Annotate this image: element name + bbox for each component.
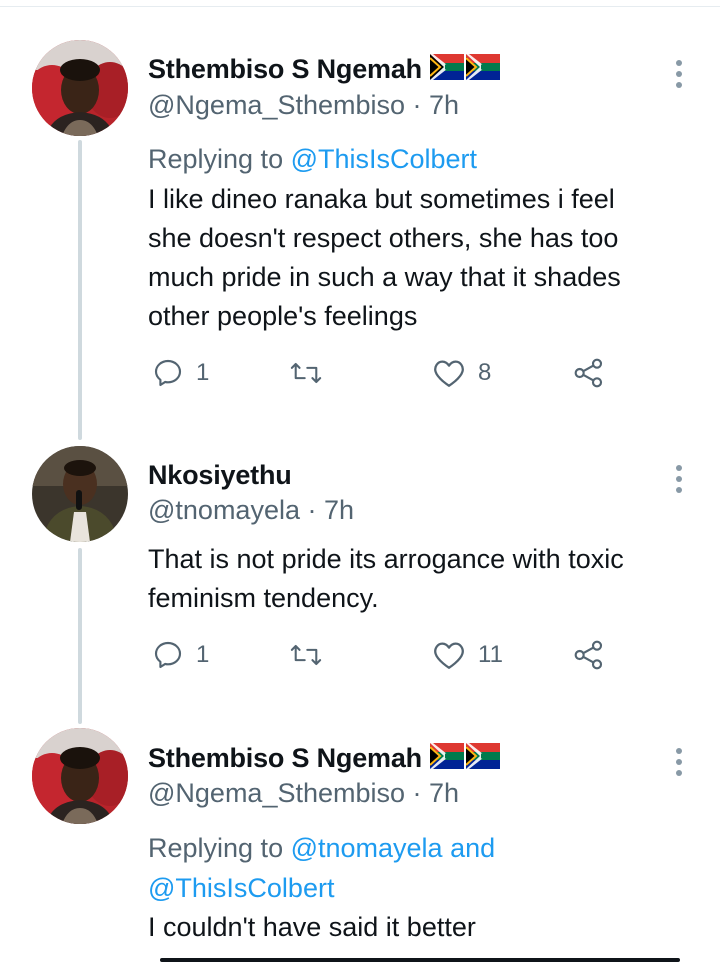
more-vertical-icon[interactable] <box>672 748 686 781</box>
replying-to: Replying to @ThisIsColbert <box>148 139 477 179</box>
timestamp[interactable]: · 7h <box>308 495 355 525</box>
retweet-icon <box>290 362 322 384</box>
tweet-text-line: other people's feelings <box>148 301 418 331</box>
share-icon <box>574 358 603 388</box>
reply-button[interactable]: 1 <box>152 357 209 389</box>
reply-button[interactable]: 1 <box>152 639 209 671</box>
south-africa-flag-icon <box>465 743 500 774</box>
user-handle[interactable]: @Ngema_Sthembiso <box>148 778 405 808</box>
thread-connector <box>78 140 82 440</box>
heart-icon <box>434 360 464 387</box>
user-handle[interactable]: @Ngema_Sthembiso <box>148 90 405 120</box>
tweet-text: I couldn't have said it better <box>148 908 698 947</box>
retweet-button[interactable] <box>288 357 324 389</box>
tweet-text: I like dineo ranaka but sometimes i feel… <box>148 180 698 336</box>
display-name[interactable]: Sthembiso S Ngemah <box>148 54 422 85</box>
mention-link[interactable]: @ThisIsColbert <box>291 144 477 174</box>
user-handle[interactable]: @tnomayela <box>148 495 300 525</box>
top-divider <box>0 0 720 7</box>
timestamp[interactable]: · 7h <box>413 778 460 808</box>
handle-time: @tnomayela · 7h <box>148 495 354 526</box>
display-name[interactable]: Nkosiyethu <box>148 460 292 491</box>
tweet-text-line: she doesn't respect others, she has too <box>148 223 619 253</box>
tweet-text: That is not pride its arrogance with tox… <box>148 540 698 618</box>
south-africa-flag-icon <box>429 743 464 774</box>
share-icon <box>574 640 603 670</box>
reply-icon <box>154 359 182 387</box>
display-name[interactable]: Sthembiso S Ngemah <box>148 743 422 774</box>
tweet-actions: 1 8 <box>148 357 618 393</box>
replying-to: Replying to @tnomayela and @ThisIsColber… <box>148 828 495 908</box>
tweet-text-line: feminism tendency. <box>148 583 379 613</box>
like-count: 8 <box>478 359 492 386</box>
south-africa-flag-icon <box>465 54 500 85</box>
retweet-icon <box>290 644 322 666</box>
mention-link[interactable]: @ThisIsColbert <box>148 873 334 903</box>
share-button[interactable] <box>572 639 606 671</box>
avatar[interactable] <box>32 40 128 136</box>
south-africa-flag-icon <box>429 54 464 85</box>
retweet-button[interactable] <box>288 639 324 671</box>
more-vertical-icon[interactable] <box>672 465 686 498</box>
like-button[interactable]: 11 <box>432 639 503 671</box>
thread-connector <box>78 548 82 724</box>
tweet-text-line: That is not pride its arrogance with tox… <box>148 544 624 574</box>
mention-link[interactable]: @tnomayela and <box>291 833 496 863</box>
avatar[interactable] <box>32 446 128 542</box>
reply-count: 1 <box>196 359 210 386</box>
reply-count: 1 <box>196 641 210 668</box>
heart-icon <box>434 642 464 669</box>
replying-to-label: Replying to <box>148 144 291 174</box>
handle-time: @Ngema_Sthembiso · 7h <box>148 90 459 121</box>
avatar[interactable] <box>32 728 128 824</box>
more-vertical-icon[interactable] <box>672 60 686 93</box>
scroll-indicator <box>160 958 680 962</box>
tweet-text-line: I like dineo ranaka but sometimes i feel <box>148 184 615 214</box>
like-button[interactable]: 8 <box>432 357 491 389</box>
timestamp[interactable]: · 7h <box>413 90 460 120</box>
handle-time: @Ngema_Sthembiso · 7h <box>148 778 459 809</box>
reply-icon <box>154 641 182 669</box>
share-button[interactable] <box>572 357 606 389</box>
tweet-text-line: I couldn't have said it better <box>148 912 476 942</box>
tweet-actions: 1 11 <box>148 639 618 675</box>
like-count: 11 <box>478 641 503 668</box>
tweet-text-line: much pride in such a way that it shades <box>148 262 621 292</box>
replying-to-label: Replying to <box>148 833 291 863</box>
